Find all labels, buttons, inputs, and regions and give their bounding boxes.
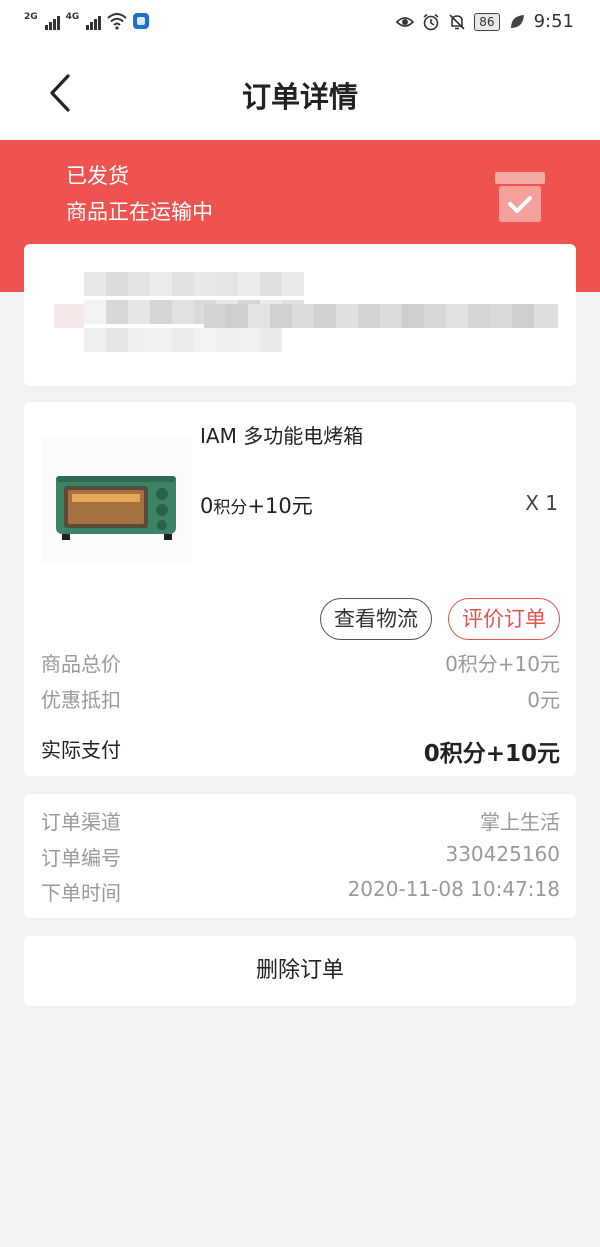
page-title: 订单详情: [241, 80, 358, 114]
package-check-icon: [495, 172, 545, 222]
paid-row: 实际支付 0积分+10元: [41, 734, 560, 768]
review-order-button[interactable]: 评价订单: [448, 598, 560, 640]
view-logistics-button[interactable]: 查看物流: [320, 598, 432, 640]
wifi-icon: [107, 13, 127, 30]
app-shield-icon: [133, 13, 150, 29]
signal-icon: [44, 12, 60, 30]
order-info-card: 订单渠道 掌上生活 订单编号 330425160 下单时间 2020-11-08…: [24, 794, 576, 918]
clock-time: 9:51: [533, 11, 574, 32]
product-name: IAM 多功能电烤箱: [200, 424, 364, 448]
product-quantity: X 1: [525, 491, 558, 515]
delete-order-button[interactable]: 删除订单: [24, 936, 576, 1006]
order-status-detail: 商品正在运输中: [66, 200, 213, 224]
product-price: 0积分+10元: [200, 490, 313, 520]
status-bar: 2G 4G 86 9:51: [0, 0, 600, 46]
discount-value: 0元: [527, 688, 560, 712]
leaf-icon: [510, 14, 524, 28]
signal-2-label: 4G: [65, 12, 80, 22]
subtotal-label: 商品总价: [41, 652, 121, 676]
bell-off-icon: [449, 13, 465, 30]
paid-value: 0积分+10元: [423, 741, 560, 767]
product-card: IAM 多功能电烤箱 0积分+10元 X 1 查看物流 评价订单 商品总价 0积…: [24, 402, 576, 776]
paid-label: 实际支付: [41, 738, 121, 762]
order-time-row: 下单时间 2020-11-08 10:47:18: [41, 877, 560, 906]
order-status: 已发货: [66, 164, 129, 188]
order-number-value: 330425160: [445, 842, 560, 866]
channel-label: 订单渠道: [41, 810, 121, 834]
price-points-unit: 积分: [213, 498, 248, 518]
signal-icon: [86, 12, 102, 30]
signal-1-label: 2G: [24, 12, 38, 22]
discount-row: 优惠抵扣 0元: [41, 684, 560, 713]
channel-row: 订单渠道 掌上生活: [41, 806, 560, 835]
order-time-label: 下单时间: [41, 881, 121, 905]
battery-indicator: 86: [474, 12, 500, 31]
address-card: [24, 244, 576, 386]
toaster-oven-image[interactable]: [42, 438, 192, 564]
discount-label: 优惠抵扣: [41, 688, 121, 712]
nav-header: 订单详情: [0, 46, 600, 140]
subtotal-value: 0积分+10元: [445, 652, 560, 676]
order-number-row: 订单编号 330425160: [41, 842, 560, 871]
alarm-icon: [423, 13, 439, 30]
order-time-value: 2020-11-08 10:47:18: [347, 877, 560, 901]
price-cash: +10元: [247, 494, 313, 518]
price-points: 0: [200, 494, 214, 518]
order-number-label: 订单编号: [41, 846, 121, 870]
channel-value: 掌上生活: [480, 810, 560, 834]
eye-icon: [396, 16, 415, 27]
subtotal-row: 商品总价 0积分+10元: [41, 648, 560, 677]
